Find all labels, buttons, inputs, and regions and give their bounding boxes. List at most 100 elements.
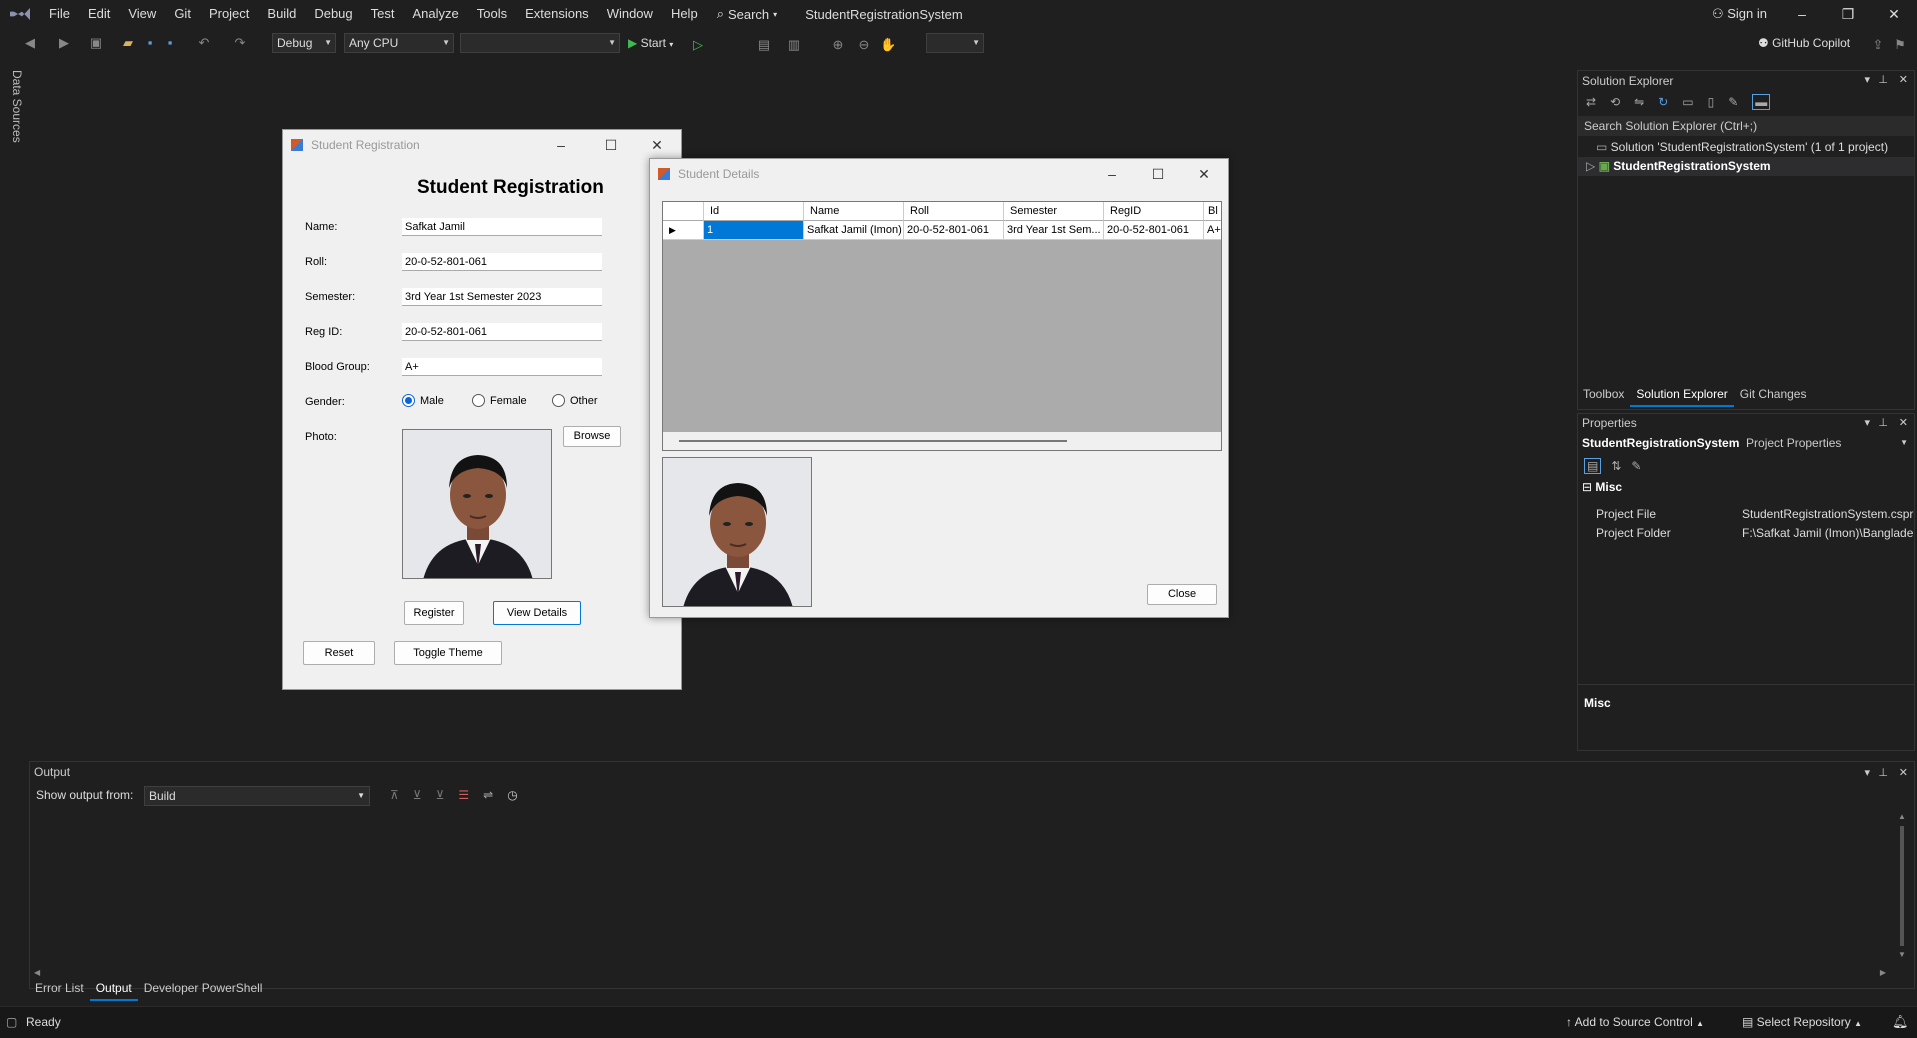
open-folder-icon[interactable]: ▰ (120, 35, 136, 51)
sync-icon[interactable]: ⇄ (1586, 95, 1596, 109)
view-details-button[interactable]: View Details (493, 601, 581, 625)
menu-debug[interactable]: Debug (305, 0, 361, 28)
reset-button[interactable]: Reset (303, 641, 375, 665)
column-header-roll[interactable]: Roll (904, 202, 1004, 221)
window-titlebar[interactable]: Student Registration – ☐ ✕ (283, 130, 681, 160)
minimize-button[interactable]: – (1779, 0, 1825, 28)
close-button[interactable]: ✕ (637, 130, 677, 160)
column-header-id[interactable]: Id (704, 202, 804, 221)
menu-help[interactable]: Help (662, 0, 707, 28)
close-icon[interactable]: ✕ (1899, 73, 1908, 86)
menu-tools[interactable]: Tools (468, 0, 516, 28)
column-header-blood[interactable]: Bl (1204, 202, 1221, 221)
dropdown-icon[interactable]: ▾ (1864, 416, 1870, 429)
pin-icon[interactable]: ⊥ (1878, 73, 1888, 86)
horizontal-scrollbar[interactable] (663, 432, 1221, 450)
close-details-button[interactable]: Close (1147, 584, 1217, 605)
tab-output[interactable]: Output (89, 979, 138, 1001)
column-header-semester[interactable]: Semester (1004, 202, 1104, 221)
menu-edit[interactable]: Edit (79, 0, 119, 28)
cell-semester[interactable]: 3rd Year 1st Sem... (1004, 221, 1104, 240)
close-button[interactable]: ✕ (1871, 0, 1917, 28)
menu-extensions[interactable]: Extensions (516, 0, 598, 28)
collapse-all-icon[interactable]: ▭ (1682, 95, 1693, 109)
tab-toolbox[interactable]: Toolbox (1577, 385, 1630, 407)
refresh-icon[interactable]: ↻ (1658, 95, 1668, 109)
gender-male-radio[interactable]: Male (402, 394, 444, 407)
gender-other-radio[interactable]: Other (552, 394, 598, 407)
zoom-select[interactable]: ▼ (926, 33, 984, 53)
next-message-icon[interactable]: ⊻ (436, 788, 445, 802)
property-value[interactable]: StudentRegistrationSystem.cspr (1742, 505, 1914, 524)
gender-female-radio[interactable]: Female (472, 394, 527, 407)
tab-git-changes[interactable]: Git Changes (1734, 385, 1813, 407)
word-wrap-icon[interactable]: ⇌ (483, 788, 493, 802)
solution-explorer-icon[interactable]: ▤ (756, 37, 772, 53)
github-copilot-button[interactable]: ⚉ GitHub Copilot (1758, 33, 1850, 53)
dropdown-icon[interactable]: ▾ (1864, 73, 1870, 86)
show-all-files-icon[interactable]: ▯ (1708, 95, 1715, 109)
close-icon[interactable]: ✕ (1899, 766, 1908, 779)
menu-project[interactable]: Project (200, 0, 258, 28)
row-indicator-icon[interactable]: ▶ (663, 221, 704, 240)
configuration-select[interactable]: Debug ▼ (272, 33, 336, 53)
zoom-out-icon[interactable]: ⊖ (856, 37, 872, 53)
redo-icon[interactable]: ↷ (232, 35, 248, 51)
name-field[interactable]: Safkat Jamil (402, 218, 602, 236)
pin-icon[interactable]: ⊥ (1878, 416, 1888, 429)
alphabetical-icon[interactable]: ⇅ (1611, 459, 1621, 473)
minimize-button[interactable]: – (1092, 159, 1132, 189)
pin-icon[interactable]: ⊥ (1878, 766, 1888, 779)
tab-developer-powershell[interactable]: Developer PowerShell (138, 979, 269, 1001)
menu-file[interactable]: File (40, 0, 79, 28)
find-message-icon[interactable]: ⊼ (390, 788, 399, 802)
layout-icon[interactable]: ▥ (786, 37, 802, 53)
window-titlebar[interactable]: Student Details – ☐ ✕ (650, 159, 1228, 189)
feedback-icon[interactable]: ⚑ (1892, 37, 1908, 53)
scrollbar-thumb[interactable] (679, 440, 1067, 442)
properties-object-select[interactable]: StudentRegistrationSystem Project Proper… (1578, 432, 1914, 454)
hand-icon[interactable]: ✋ (880, 37, 896, 53)
scrollbar-thumb[interactable] (1900, 826, 1904, 946)
cell-roll[interactable]: 20-0-52-801-061 (904, 221, 1004, 240)
zoom-in-icon[interactable]: ⊕ (830, 37, 846, 53)
menu-view[interactable]: View (119, 0, 165, 28)
project-node[interactable]: ▷ ▣ StudentRegistrationSystem (1578, 157, 1914, 176)
timestamp-icon[interactable]: ◷ (507, 788, 517, 802)
cell-id[interactable]: 1 (704, 221, 804, 240)
menu-window[interactable]: Window (598, 0, 662, 28)
notification-icon[interactable]: ▢ (6, 1015, 17, 1029)
register-button[interactable]: Register (404, 601, 464, 625)
back-icon[interactable]: ◀ (22, 35, 38, 51)
column-header-name[interactable]: Name (804, 202, 904, 221)
undo-icon[interactable]: ↶ (196, 35, 212, 51)
menu-git[interactable]: Git (165, 0, 200, 28)
history-icon[interactable]: ⟲ (1610, 95, 1620, 109)
new-project-icon[interactable]: ▣ (88, 35, 104, 51)
save-icon[interactable]: ▪ (142, 35, 158, 51)
vertical-scrollbar[interactable]: ▲ ▼ (1896, 812, 1908, 962)
save-all-icon[interactable]: ▪ (162, 35, 178, 51)
roll-field[interactable]: 20-0-52-801-061 (402, 253, 602, 271)
properties-category[interactable]: ⊟ Misc (1578, 478, 1914, 497)
start-button[interactable]: ▶ Start ▾ (628, 33, 673, 55)
property-pages-icon[interactable]: ✎ (1631, 459, 1641, 473)
clear-all-icon[interactable]: ☰ (458, 788, 469, 802)
scroll-right-icon[interactable]: ▶ (1880, 968, 1886, 977)
search-menu[interactable]: ⌕ Search ▾ (707, 6, 788, 22)
properties-icon[interactable]: ✎ (1728, 95, 1738, 109)
dropdown-icon[interactable]: ▾ (1864, 766, 1870, 779)
minimize-button[interactable]: – (541, 130, 581, 160)
column-header-regid[interactable]: RegID (1104, 202, 1204, 221)
maximize-button[interactable]: ☐ (591, 130, 631, 160)
toggle-theme-button[interactable]: Toggle Theme (394, 641, 502, 665)
tab-solution-explorer[interactable]: Solution Explorer (1630, 385, 1734, 407)
notifications-bell-icon[interactable]: 🔔︎ (1892, 1014, 1909, 1030)
add-to-source-control-button[interactable]: ↑ Add to Source Control ▲ (1566, 1015, 1704, 1029)
maximize-button[interactable]: ☐ (1138, 159, 1178, 189)
menu-build[interactable]: Build (258, 0, 305, 28)
forward-icon[interactable]: ▶ (56, 35, 72, 51)
previous-message-icon[interactable]: ⊻ (413, 788, 422, 802)
solution-search-input[interactable]: Search Solution Explorer (Ctrl+;) (1578, 116, 1914, 136)
share-icon[interactable]: ⇪ (1870, 37, 1886, 53)
